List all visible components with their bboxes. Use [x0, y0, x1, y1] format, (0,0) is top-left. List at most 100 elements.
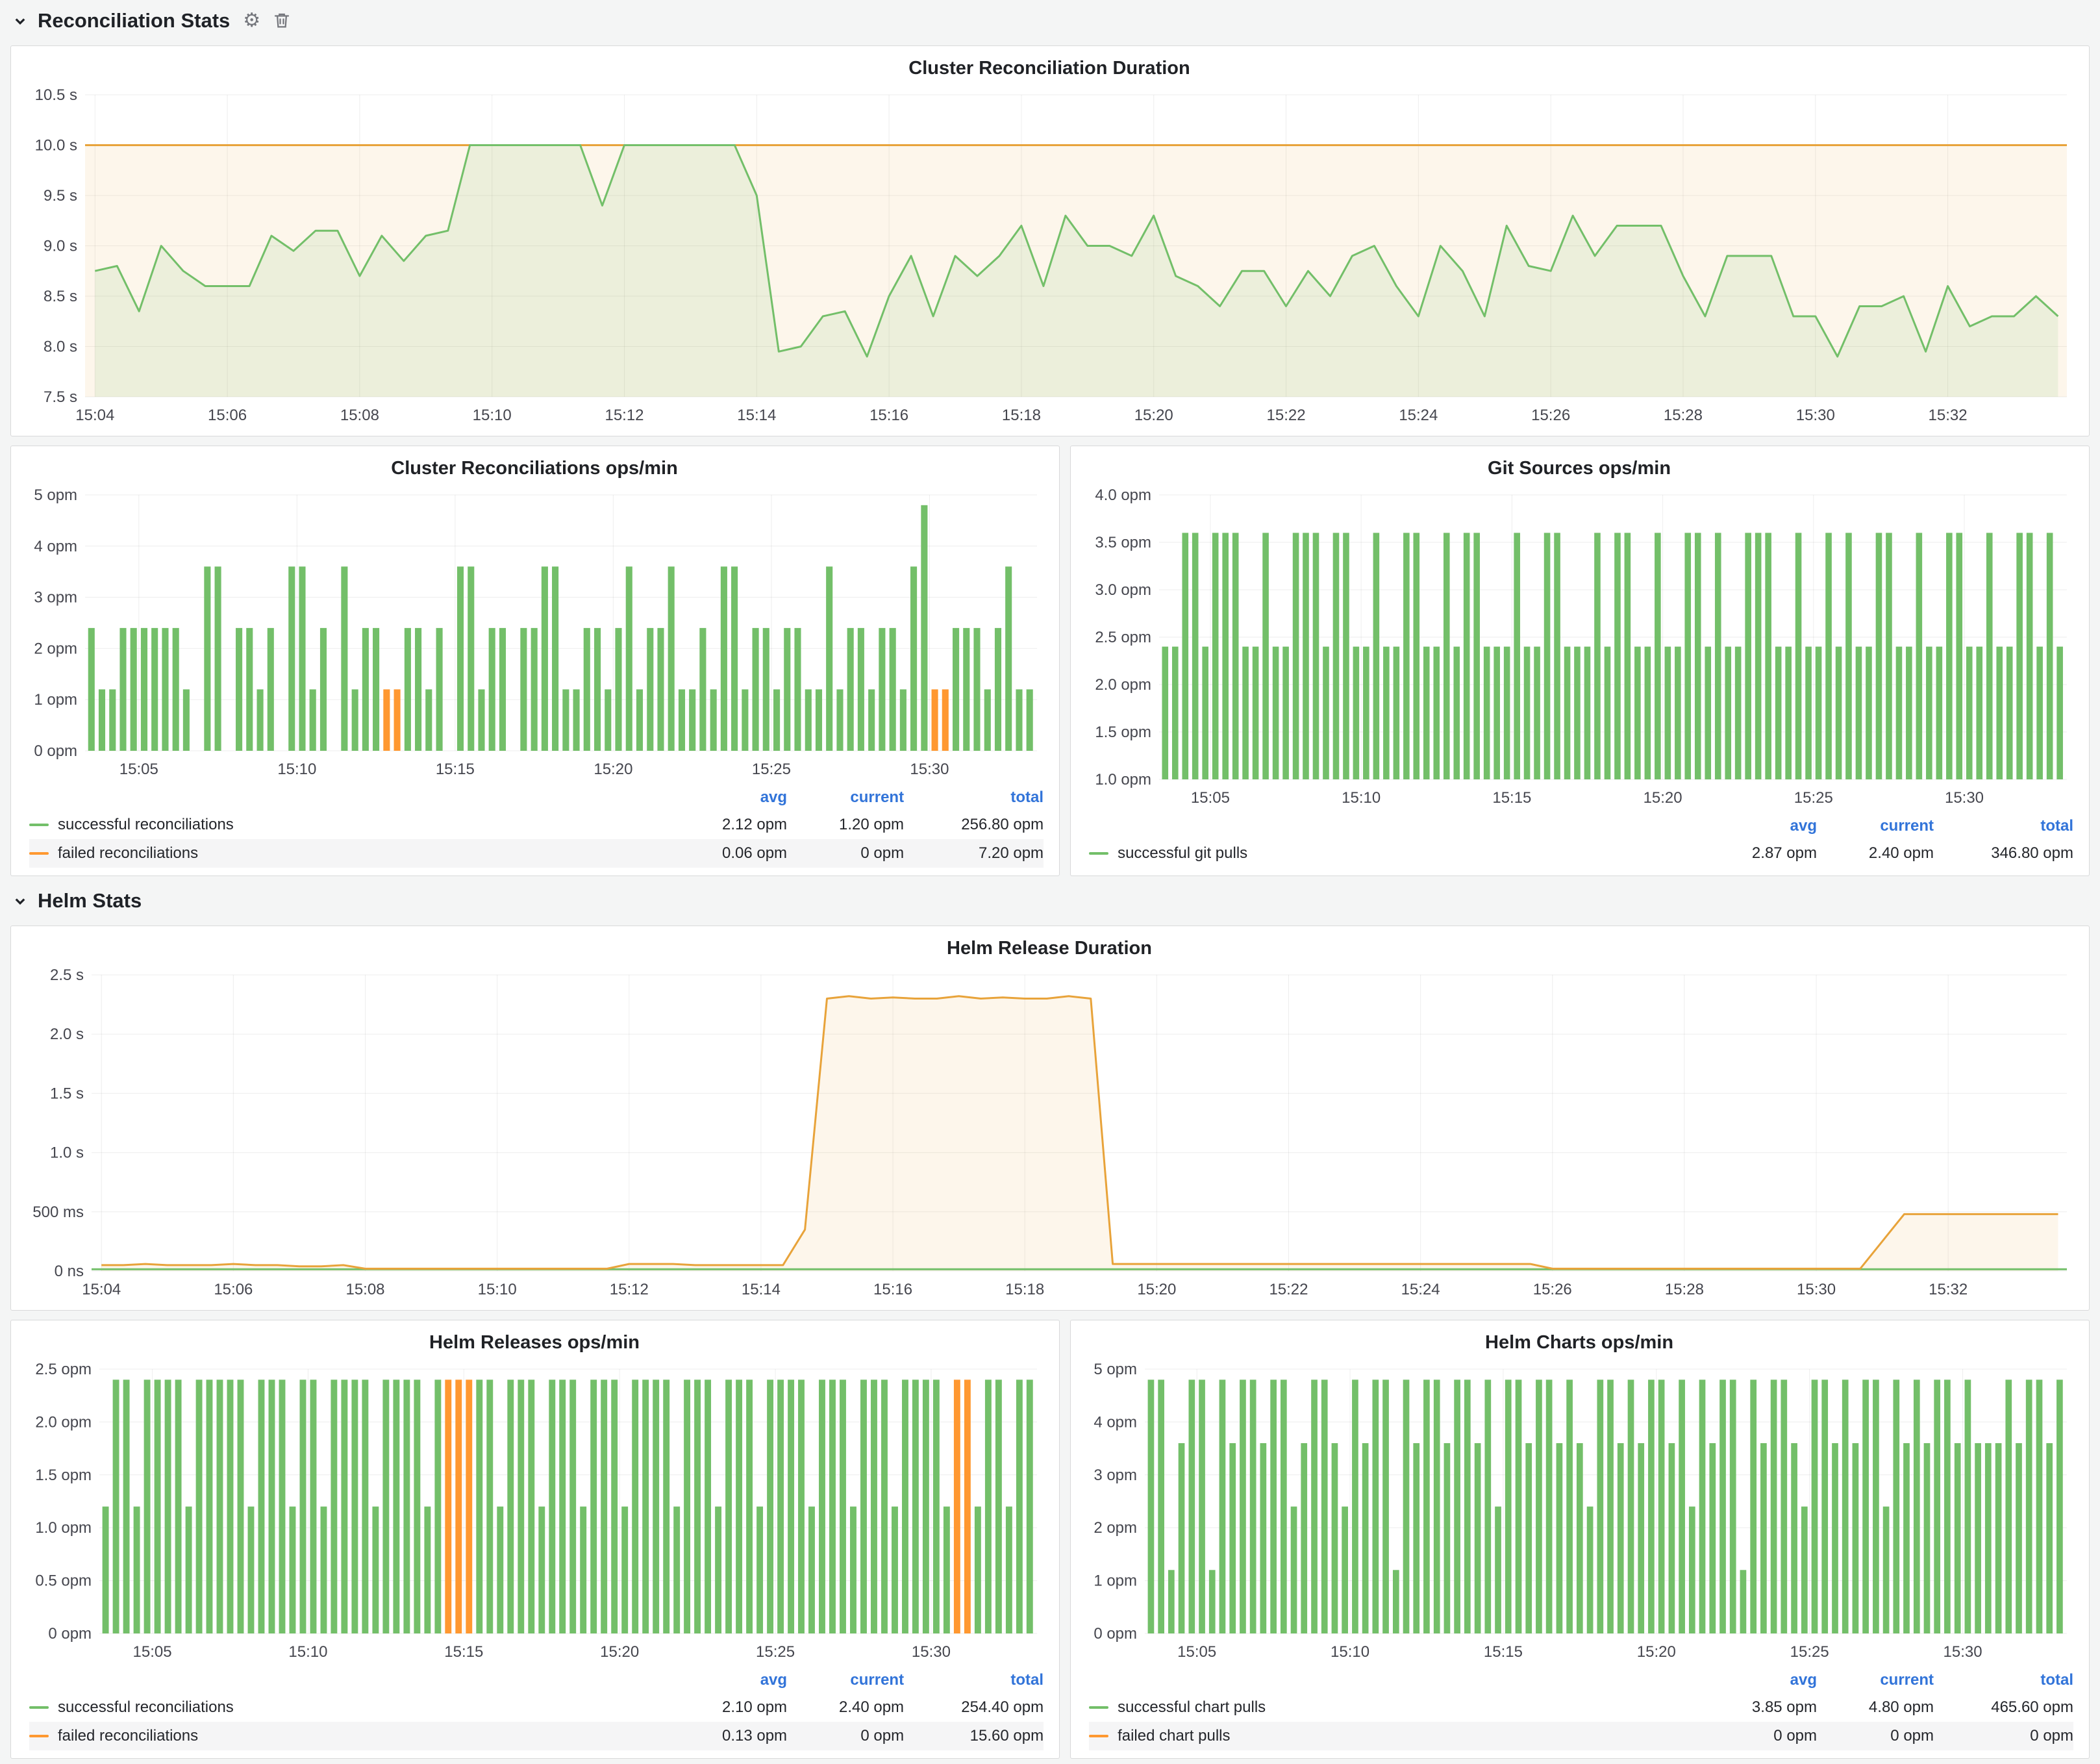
git-sources-ops-chart[interactable]: 1.0 opm1.5 opm2.0 opm2.5 opm3.0 opm3.5 o… — [1080, 486, 2079, 813]
panel-title[interactable]: Cluster Reconciliations ops/min — [20, 453, 1049, 486]
gear-icon[interactable]: ⚙ — [243, 11, 260, 31]
panel-helm-charts-ops: Helm Charts ops/min 0 opm1 opm2 opm3 opm… — [1070, 1320, 2090, 1759]
legend-avg-value: 3.85 opm — [1700, 1698, 1817, 1717]
legend-current-value: 2.40 opm — [1817, 844, 1934, 863]
series-label[interactable]: successful chart pulls — [1118, 1698, 1266, 1717]
legend: avg current total successful git pulls 2… — [1080, 813, 2079, 870]
svg-text:15:08: 15:08 — [345, 1281, 384, 1298]
legend-total-header[interactable]: total — [1934, 1671, 2073, 1689]
svg-text:8.5 s: 8.5 s — [44, 288, 77, 305]
panel-title[interactable]: Helm Charts ops/min — [1080, 1327, 2079, 1360]
svg-text:15:30: 15:30 — [912, 1643, 951, 1661]
legend-avg-header[interactable]: avg — [1700, 817, 1817, 835]
series-label[interactable]: failed reconciliations — [58, 1727, 198, 1745]
series-label[interactable]: successful reconciliations — [58, 816, 234, 834]
svg-text:15:14: 15:14 — [737, 407, 776, 424]
helm-releases-ops-chart[interactable]: 0 opm0.5 opm1.0 opm1.5 opm2.0 opm2.5 opm… — [20, 1360, 1049, 1667]
section-helm-stats[interactable]: Helm Stats — [10, 885, 2090, 916]
legend-row: successful reconciliations 2.10 opm 2.40… — [29, 1693, 1044, 1722]
svg-text:1.5 opm: 1.5 opm — [1095, 724, 1151, 741]
svg-text:7.5 s: 7.5 s — [44, 388, 77, 406]
legend-total-value: 7.20 opm — [904, 844, 1044, 863]
svg-text:15:25: 15:25 — [752, 761, 791, 778]
svg-text:15:15: 15:15 — [1492, 789, 1531, 807]
svg-text:1.0 opm: 1.0 opm — [35, 1519, 92, 1537]
legend-total-value: 346.80 opm — [1934, 844, 2073, 863]
svg-text:15:20: 15:20 — [600, 1643, 639, 1661]
legend-avg-header[interactable]: avg — [670, 1671, 787, 1689]
svg-text:15:16: 15:16 — [869, 407, 908, 424]
legend-current-header[interactable]: current — [1817, 1671, 1934, 1689]
svg-text:10.5 s: 10.5 s — [35, 86, 77, 104]
svg-text:2.0 s: 2.0 s — [50, 1026, 84, 1043]
svg-text:2 opm: 2 opm — [1094, 1519, 1137, 1537]
svg-text:0 opm: 0 opm — [1094, 1625, 1137, 1643]
svg-text:0 opm: 0 opm — [34, 742, 77, 760]
svg-text:15:20: 15:20 — [1637, 1643, 1676, 1661]
legend-row: failed chart pulls 0 opm 0 opm 0 opm — [1089, 1722, 2073, 1750]
svg-text:15:22: 15:22 — [1267, 407, 1306, 424]
svg-text:8.0 s: 8.0 s — [44, 338, 77, 356]
panel-title[interactable]: Cluster Reconciliation Duration — [20, 53, 2079, 86]
svg-text:1 opm: 1 opm — [34, 691, 77, 709]
helm-charts-ops-chart[interactable]: 0 opm1 opm2 opm3 opm4 opm5 opm15:0515:10… — [1080, 1360, 2079, 1667]
svg-text:15:24: 15:24 — [1399, 407, 1438, 424]
series-marker — [1089, 852, 1108, 855]
svg-text:1.5 opm: 1.5 opm — [35, 1467, 92, 1484]
legend-row: successful chart pulls 3.85 opm 4.80 opm… — [1089, 1693, 2073, 1722]
svg-text:15:25: 15:25 — [1790, 1643, 1829, 1661]
svg-text:15:10: 15:10 — [473, 407, 512, 424]
legend-header-row: avg current total — [1089, 813, 2073, 839]
helm-release-duration-chart[interactable]: 0 ns500 ms1.0 s1.5 s2.0 s2.5 s15:0415:06… — [20, 966, 2079, 1305]
svg-text:15:05: 15:05 — [133, 1643, 172, 1661]
panel-title[interactable]: Git Sources ops/min — [1080, 453, 2079, 486]
svg-text:5 opm: 5 opm — [1094, 1361, 1137, 1378]
legend-current-header[interactable]: current — [1817, 817, 1934, 835]
series-label[interactable]: successful git pulls — [1118, 844, 1247, 863]
svg-text:15:20: 15:20 — [1137, 1281, 1176, 1298]
svg-text:1 opm: 1 opm — [1094, 1572, 1137, 1590]
panel-git-sources-ops: Git Sources ops/min 1.0 opm1.5 opm2.0 op… — [1070, 446, 2090, 876]
svg-text:5 opm: 5 opm — [34, 486, 77, 504]
svg-text:15:10: 15:10 — [478, 1281, 517, 1298]
svg-text:15:26: 15:26 — [1533, 1281, 1572, 1298]
svg-text:15:28: 15:28 — [1664, 407, 1703, 424]
panel-title[interactable]: Helm Release Duration — [20, 933, 2079, 966]
svg-text:15:30: 15:30 — [1945, 789, 1984, 807]
section-reconciliation-stats[interactable]: Reconciliation Stats ⚙ — [10, 5, 2090, 36]
series-label[interactable]: failed chart pulls — [1118, 1727, 1230, 1745]
legend-current-value: 1.20 opm — [787, 816, 904, 834]
svg-text:2.5 s: 2.5 s — [50, 966, 84, 984]
legend-total-value: 15.60 opm — [904, 1727, 1044, 1745]
svg-text:15:20: 15:20 — [594, 761, 632, 778]
trash-icon[interactable] — [272, 11, 292, 31]
panel-title[interactable]: Helm Releases ops/min — [20, 1327, 1049, 1360]
legend-total-value: 256.80 opm — [904, 816, 1044, 834]
svg-text:2.0 opm: 2.0 opm — [35, 1413, 92, 1431]
svg-text:0 ns: 0 ns — [55, 1263, 84, 1280]
legend: avg current total successful chart pulls… — [1080, 1667, 2079, 1753]
legend-avg-value: 2.87 opm — [1700, 844, 1817, 863]
svg-text:4 opm: 4 opm — [1094, 1413, 1137, 1431]
legend-row: failed reconciliations 0.06 opm 0 opm 7.… — [29, 839, 1044, 868]
legend-avg-value: 0 opm — [1700, 1727, 1817, 1745]
legend-current-value: 0 opm — [787, 844, 904, 863]
panel-cluster-reconciliation-duration: Cluster Reconciliation Duration 7.5 s 8.0… — [10, 45, 2090, 436]
svg-text:10.0 s: 10.0 s — [35, 137, 77, 155]
svg-text:1.5 s: 1.5 s — [50, 1085, 84, 1102]
legend-avg-header[interactable]: avg — [670, 788, 787, 807]
svg-text:15:18: 15:18 — [1002, 407, 1041, 424]
series-label[interactable]: successful reconciliations — [58, 1698, 234, 1717]
svg-text:4.0 opm: 4.0 opm — [1095, 486, 1151, 504]
legend-total-header[interactable]: total — [904, 788, 1044, 807]
cluster-reconciliations-ops-chart[interactable]: 0 opm1 opm2 opm3 opm4 opm5 opm15:0515:10… — [20, 486, 1049, 785]
legend-avg-header[interactable]: avg — [1700, 1671, 1817, 1689]
cluster-reconciliation-duration-chart[interactable]: 7.5 s8.0 s8.5 s9.0 s9.5 s10.0 s10.5 s15:… — [20, 86, 2079, 431]
legend-current-header[interactable]: current — [787, 788, 904, 807]
legend-total-header[interactable]: total — [904, 1671, 1044, 1689]
legend-current-header[interactable]: current — [787, 1671, 904, 1689]
legend-avg-value: 0.06 opm — [670, 844, 787, 863]
series-label[interactable]: failed reconciliations — [58, 844, 198, 863]
legend-total-header[interactable]: total — [1934, 817, 2073, 835]
svg-text:15:06: 15:06 — [208, 407, 247, 424]
